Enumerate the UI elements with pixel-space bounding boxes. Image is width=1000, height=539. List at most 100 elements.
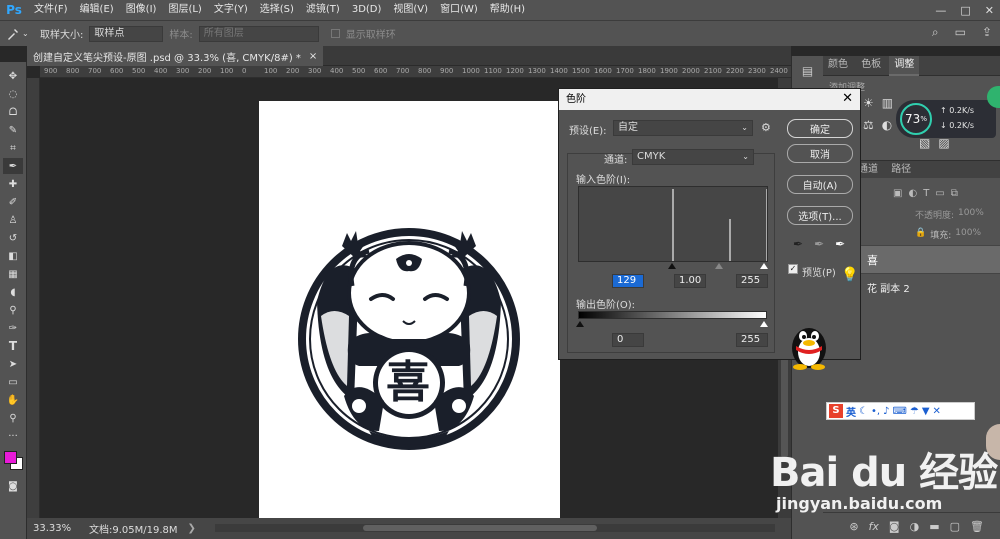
input-gamma-field[interactable]: 1.00 [674,274,706,288]
marquee-tool-icon[interactable]: ◌ [3,86,23,102]
blur-tool-icon[interactable]: ◖ [3,284,23,300]
menu-view[interactable]: 视图(V) [387,0,434,20]
output-black-slider[interactable] [576,321,584,327]
menu-3d[interactable]: 3D(D) [346,0,388,20]
crop-tool-icon[interactable]: ⌗ [3,140,23,156]
menu-help[interactable]: 帮助(H) [484,0,531,20]
menu-filter[interactable]: 滤镜(T) [300,0,346,20]
brightness-icon[interactable]: ☀ [863,96,874,110]
white-eyedropper-icon[interactable]: ✒ [835,237,845,251]
more-tools-icon[interactable]: ··· [3,428,23,444]
dodge-tool-icon[interactable]: ⚲ [3,302,23,318]
tab-paths[interactable]: 路径 [886,161,916,179]
share-icon[interactable]: ⇪ [982,25,992,40]
gray-eyedropper-icon[interactable]: ✒ [814,237,824,251]
levels-icon[interactable]: ▥ [882,96,893,110]
show-ring-checkbox[interactable] [330,29,340,38]
eyedropper-icon[interactable]: ✒ [3,158,23,174]
threshold-icon[interactable]: ▧ [919,136,930,150]
horizontal-scroll-thumb[interactable] [363,525,597,531]
history-panel-icon[interactable]: ▤ [799,64,817,82]
filter-smart-icon[interactable]: ⧉ [951,188,958,199]
workspace-icon[interactable]: ▭ [955,25,966,40]
output-white-field[interactable]: 255 [736,333,768,347]
close-tab-icon[interactable]: × [309,51,317,62]
lasso-tool-icon[interactable]: ᗝ [3,104,23,120]
link-layers-icon[interactable]: ⊛ [849,520,858,533]
output-white-slider[interactable] [760,321,768,327]
tools-icon[interactable]: ✕ [933,406,941,417]
close-window-button[interactable]: ✕ [985,4,994,17]
history-brush-icon[interactable]: ↺ [3,230,23,246]
moon-icon[interactable]: ☾ [859,406,868,417]
tab-swatches[interactable]: 色板 [856,56,886,74]
minimize-button[interactable]: — [935,4,946,17]
preview-checkbox[interactable]: ✓ [788,264,798,274]
shirt-icon[interactable]: ▼ [922,406,930,417]
filter-adjust-icon[interactable]: ◐ [908,188,917,199]
input-white-slider[interactable] [760,263,768,269]
move-tool-icon[interactable]: ✥ [3,68,23,84]
gradient-map-icon[interactable]: ▨ [938,136,949,150]
clone-stamp-icon[interactable]: ♙ [3,212,23,228]
hand-tool-icon[interactable]: ✋ [3,392,23,408]
status-menu-icon[interactable]: ❯ [188,523,196,534]
ime-toolbar[interactable]: S 英 ☾ •, ♪ ⌨ ☂ ▼ ✕ [826,402,975,420]
network-speed-widget[interactable]: 73% ↑ 0.2K/s ↓ 0.2K/s [896,100,996,138]
new-group-icon[interactable]: ▬ [929,520,939,533]
ok-button[interactable]: 确定 [787,119,853,138]
lock-icon[interactable]: 🔒 [915,228,926,241]
document-tab[interactable]: 创建自定义笔尖预设-原图 .psd @ 33.3% (喜, CMYK/8#) *… [27,46,324,66]
channel-select[interactable]: CMYK ⌄ [632,149,754,165]
input-slider-track[interactable] [578,263,768,271]
gradient-tool-icon[interactable]: ▦ [3,266,23,282]
fx-icon[interactable]: fx [869,520,879,533]
eyedropper-tool-icon[interactable]: ⌄ [6,27,34,41]
pen-tool-icon[interactable]: ✑ [3,320,23,336]
sample-size-select[interactable]: 取样点 [89,25,164,42]
path-select-icon[interactable]: ➤ [3,356,23,372]
output-black-field[interactable]: 0 [612,333,644,347]
preset-select[interactable]: 自定 ⌄ [613,120,753,136]
menu-edit[interactable]: 编辑(E) [74,0,120,20]
preset-gear-icon[interactable]: ⚙ [761,121,771,134]
input-black-field[interactable]: 129 [612,274,644,288]
fill-value[interactable]: 100% [955,228,981,241]
zoom-level[interactable]: 33.33% [27,523,77,534]
input-white-field[interactable]: 255 [736,274,768,288]
filter-image-icon[interactable]: ▣ [893,188,902,199]
input-gamma-slider[interactable] [715,263,723,269]
tab-color[interactable]: 颜色 [823,56,853,74]
black-eyedropper-icon[interactable]: ✒ [793,237,803,251]
qq-penguin-icon[interactable] [786,318,832,370]
type-tool-icon[interactable]: T [3,338,23,354]
filter-shape-icon[interactable]: ▭ [935,188,944,199]
foreground-color-swatch[interactable] [4,451,17,464]
input-black-slider[interactable] [668,263,676,269]
quick-mask-icon[interactable]: ◙ [3,478,23,494]
color-swatches[interactable] [2,448,24,472]
menu-layer[interactable]: 图层(L) [162,0,207,20]
healing-brush-icon[interactable]: ✚ [3,176,23,192]
skin-icon[interactable]: ☂ [910,406,919,417]
menu-select[interactable]: 选择(S) [254,0,300,20]
keyboard-icon[interactable]: ⌨ [892,406,906,417]
horizontal-scrollbar[interactable] [215,524,775,532]
dialog-close-icon[interactable]: ✕ [842,91,853,106]
zoom-tool-icon[interactable]: ⚲ [3,410,23,426]
eraser-tool-icon[interactable]: ◧ [3,248,23,264]
microphone-icon[interactable]: ♪ [883,406,889,417]
balance-icon[interactable]: ⚖ [863,118,874,132]
maximize-button[interactable]: □ [960,4,970,17]
search-icon[interactable]: ⌕ [932,25,939,40]
delete-layer-icon[interactable]: 🗑 [970,520,984,533]
output-slider-track[interactable] [576,321,768,329]
new-adjustment-icon[interactable]: ◑ [910,520,920,533]
filter-type-icon[interactable]: T [923,188,929,199]
add-mask-icon[interactable]: ◙ [889,520,900,533]
ime-language[interactable]: 英 [846,404,856,419]
bw-icon[interactable]: ◐ [882,118,892,132]
menu-image[interactable]: 图像(I) [120,0,163,20]
punctuation-icon[interactable]: •, [871,406,880,417]
menu-window[interactable]: 窗口(W) [434,0,484,20]
